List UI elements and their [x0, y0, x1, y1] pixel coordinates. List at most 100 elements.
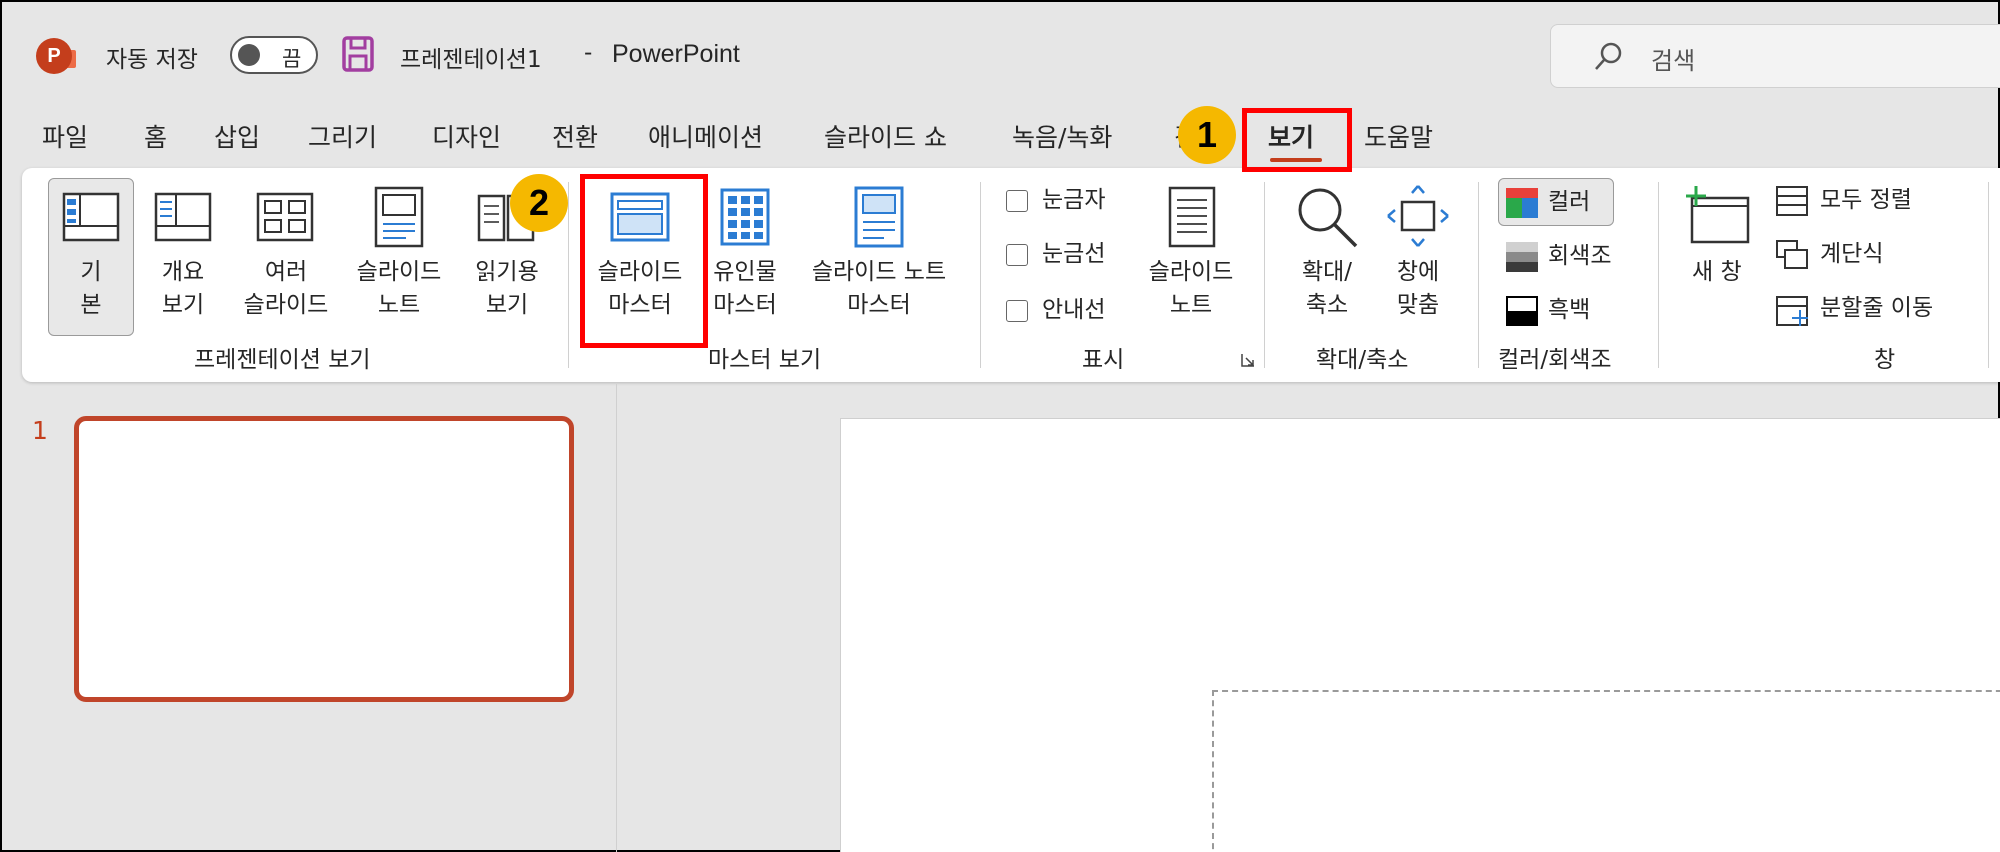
autosave-label: 자동 저장	[106, 47, 198, 73]
callout-box-view-tab	[1242, 108, 1352, 172]
powerpoint-logo-icon: P	[36, 38, 76, 74]
save-icon[interactable]	[342, 36, 374, 72]
search-box[interactable]: 검색	[1550, 24, 2000, 88]
slide-sorter-button[interactable]: 여러 슬라이드	[234, 256, 338, 322]
search-placeholder: 검색	[1651, 47, 1696, 75]
move-split-icon	[1776, 296, 1808, 326]
tab-insert[interactable]: 삽입	[214, 118, 260, 154]
zoom-label-1: 확대/	[1301, 259, 1353, 285]
cascade-button[interactable]: 계단식	[1820, 238, 1883, 271]
tab-file[interactable]: 파일	[42, 118, 88, 154]
title-placeholder[interactable]	[1212, 690, 2000, 852]
gridlines-label: 눈금선	[1042, 241, 1106, 267]
title-bar: P 자동 저장 끔 프레젠테이션1 - PowerPoint 검색	[2, 2, 2000, 106]
group-label-zoom: 확대/축소	[1316, 347, 1409, 373]
app-name: PowerPoint	[612, 40, 740, 68]
guides-checkbox[interactable]	[1006, 300, 1028, 322]
tab-draw[interactable]: 그리기	[308, 118, 377, 154]
color-button[interactable]: 컬러	[1548, 186, 1590, 219]
group-label-show: 표시	[1082, 347, 1125, 373]
outline-view-label-2: 보기	[161, 292, 205, 318]
fit-to-window-button[interactable]: 창에 맞춤	[1378, 256, 1458, 322]
tab-animations[interactable]: 애니메이션	[648, 118, 763, 154]
slide-sorter-icon	[256, 192, 314, 242]
ribbon-separator	[1264, 182, 1265, 368]
slide-number: 1	[32, 416, 48, 445]
tab-design[interactable]: 디자인	[432, 118, 501, 154]
group-label-color-grayscale: 컬러/회색조	[1498, 347, 1612, 373]
tab-home[interactable]: 홈	[144, 118, 167, 154]
autosave-toggle[interactable]: 끔	[230, 36, 318, 74]
notes-button[interactable]: 슬라이드 노트	[1138, 256, 1244, 322]
move-split-button[interactable]: 분할줄 이동	[1820, 292, 1933, 325]
outline-view-button[interactable]: 개요 보기	[148, 256, 218, 322]
color-icon	[1506, 188, 1538, 218]
guides-label: 안내선	[1042, 297, 1106, 323]
notes-page-icon	[374, 186, 424, 248]
slide-thumbnail[interactable]	[74, 416, 574, 702]
ribbon-separator	[1658, 182, 1659, 368]
normal-view-icon	[62, 192, 120, 242]
ribbon-separator	[980, 182, 981, 368]
callout-box-slide-master	[580, 174, 708, 348]
normal-view-label-2: 본	[80, 292, 102, 318]
ruler-checkbox[interactable]	[1006, 190, 1028, 212]
cascade-icon	[1776, 240, 1808, 269]
slide-sorter-label-2: 슬라이드	[243, 292, 329, 318]
tab-transitions[interactable]: 전환	[552, 118, 598, 154]
reading-view-button[interactable]: 읽기용 보기	[462, 256, 552, 322]
notes-master-button[interactable]: 슬라이드 노트 마스터	[794, 256, 964, 322]
document-title: 프레젠테이션1	[400, 47, 542, 73]
grayscale-button[interactable]: 회색조	[1548, 240, 1611, 273]
group-label-window: 창	[1874, 347, 1896, 373]
black-white-icon	[1506, 296, 1538, 326]
zoom-button[interactable]: 확대/ 축소	[1280, 256, 1374, 322]
toggle-knob	[238, 44, 260, 66]
tab-record[interactable]: 녹음/녹화	[1012, 118, 1112, 154]
callout-badge-2: 2	[510, 174, 568, 232]
dialog-launcher-icon[interactable]	[1240, 352, 1256, 368]
reading-view-label-2: 보기	[485, 292, 529, 318]
notes-master-icon	[854, 186, 904, 248]
notes-label-1: 슬라이드	[1148, 259, 1234, 285]
grayscale-icon	[1506, 242, 1538, 272]
gridlines-checkbox[interactable]	[1006, 244, 1028, 266]
handout-master-button[interactable]: 유인물 마스터	[702, 256, 788, 322]
ribbon-separator	[1988, 182, 1989, 368]
arrange-all-button[interactable]: 모두 정렬	[1820, 184, 1912, 217]
zoom-icon	[1298, 188, 1358, 248]
handout-master-label-1: 유인물	[713, 259, 777, 285]
group-label-presentation-views: 프레젠테이션 보기	[194, 347, 371, 373]
tab-help[interactable]: 도움말	[1364, 118, 1433, 154]
black-white-button[interactable]: 흑백	[1548, 294, 1590, 327]
group-label-master-views: 마스터 보기	[708, 347, 822, 373]
notes-page-label-1: 슬라이드	[356, 259, 442, 285]
title-separator: -	[584, 40, 593, 66]
notes-icon	[1168, 186, 1216, 248]
fit-to-window-label-1: 창에	[1396, 259, 1440, 285]
handout-master-icon	[720, 188, 770, 246]
slide-sorter-label-1: 여러	[264, 259, 308, 285]
arrange-all-icon	[1776, 186, 1808, 216]
normal-view-button[interactable]: 기 본	[66, 256, 116, 322]
handout-master-label-2: 마스터	[713, 292, 777, 318]
callout-badge-1: 1	[1178, 106, 1236, 164]
new-window-icon	[1686, 186, 1750, 244]
zoom-label-2: 축소	[1305, 292, 1349, 318]
new-window-button[interactable]: 새 창	[1692, 256, 1742, 289]
notes-page-label-2: 노트	[377, 292, 421, 318]
thumbnail-pane-divider[interactable]	[616, 384, 617, 852]
outline-view-label-1: 개요	[161, 259, 205, 285]
reading-view-label-1: 읽기용	[475, 259, 539, 285]
search-icon	[1595, 42, 1622, 70]
fit-to-window-label-2: 맞춤	[1396, 292, 1440, 318]
fit-to-window-icon	[1387, 185, 1449, 247]
autosave-state: 끔	[282, 47, 302, 71]
notes-master-label-1: 슬라이드 노트	[811, 259, 947, 285]
outline-view-icon	[154, 192, 212, 242]
notes-page-button[interactable]: 슬라이드 노트	[348, 256, 450, 322]
notes-label-2: 노트	[1169, 292, 1213, 318]
tab-slide-show[interactable]: 슬라이드 쇼	[824, 118, 947, 154]
ruler-label: 눈금자	[1042, 187, 1106, 213]
ribbon-separator	[1478, 182, 1479, 368]
